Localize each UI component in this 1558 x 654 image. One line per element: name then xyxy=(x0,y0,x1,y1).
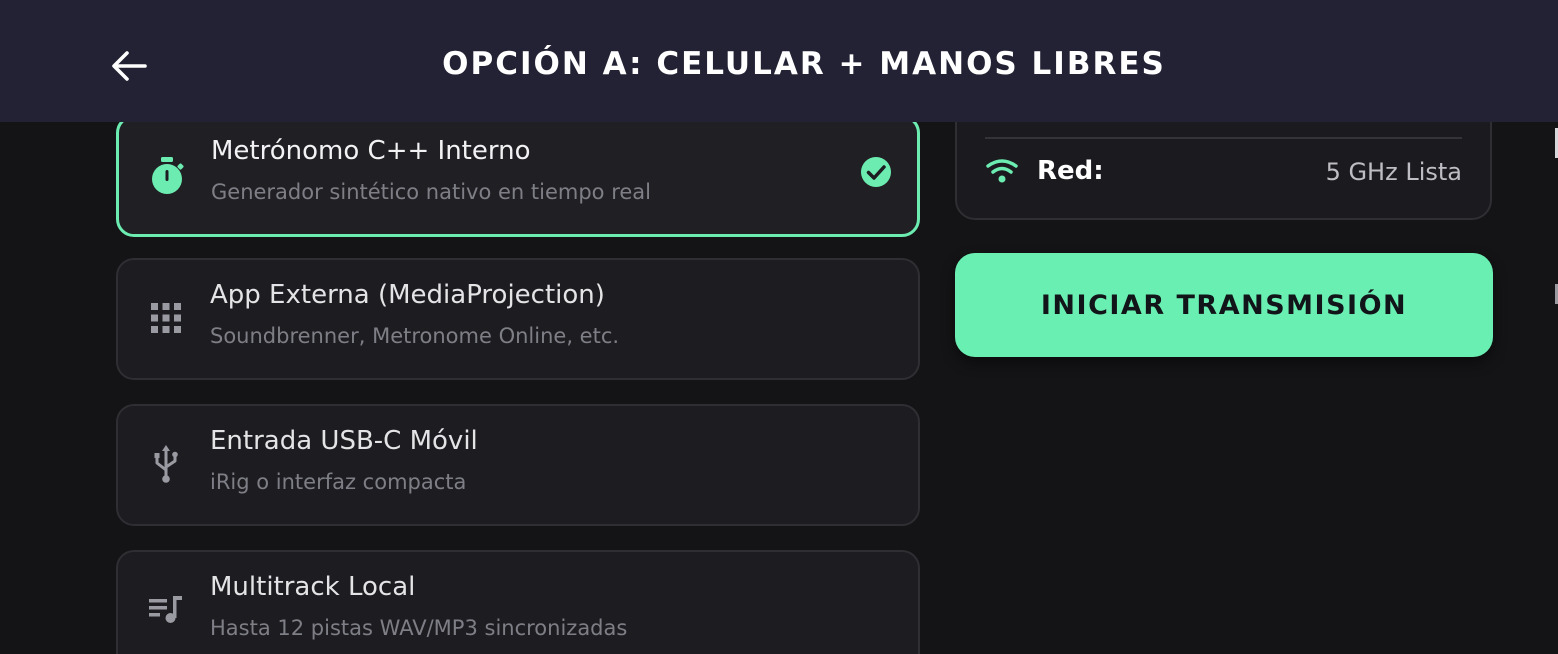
option-title: Multitrack Local xyxy=(210,572,416,602)
start-transmission-button[interactable]: INICIAR TRANSMISIÓN xyxy=(955,253,1493,357)
option-subtitle: Generador sintético nativo en tiempo rea… xyxy=(211,180,651,204)
check-circle-icon xyxy=(861,157,891,187)
option-title: App Externa (MediaProjection) xyxy=(210,280,605,310)
option-external-app[interactable]: App Externa (MediaProjection) Soundbrenn… xyxy=(116,258,920,380)
option-internal-metronome[interactable]: Metrónomo C++ Interno Generador sintétic… xyxy=(116,115,920,237)
wifi-icon xyxy=(986,159,1018,183)
option-usb-input[interactable]: Entrada USB-C Móvil iRig o interfaz comp… xyxy=(116,404,920,526)
divider xyxy=(985,137,1462,139)
option-subtitle: iRig o interfaz compacta xyxy=(210,470,467,494)
option-subtitle: Soundbrenner, Metronome Online, etc. xyxy=(210,324,620,348)
option-title: Entrada USB-C Móvil xyxy=(210,426,478,456)
option-subtitle: Hasta 12 pistas WAV/MP3 sincronizadas xyxy=(210,616,628,640)
option-multitrack[interactable]: Multitrack Local Hasta 12 pistas WAV/MP3… xyxy=(116,550,920,654)
option-title: Metrónomo C++ Interno xyxy=(211,136,531,166)
network-label: Red: xyxy=(1037,156,1104,186)
screen: Metrónomo C++ Interno Generador sintétic… xyxy=(0,0,1558,654)
stopwatch-icon xyxy=(145,154,189,198)
apps-grid-icon xyxy=(144,296,188,340)
network-value: 5 GHz Lista xyxy=(1325,158,1462,186)
usb-icon xyxy=(144,442,188,486)
page-title: OPCIÓN A: CELULAR + MANOS LIBRES xyxy=(442,46,1166,82)
top-app-bar: OPCIÓN A: CELULAR + MANOS LIBRES xyxy=(0,0,1558,122)
playlist-music-icon xyxy=(144,588,188,632)
